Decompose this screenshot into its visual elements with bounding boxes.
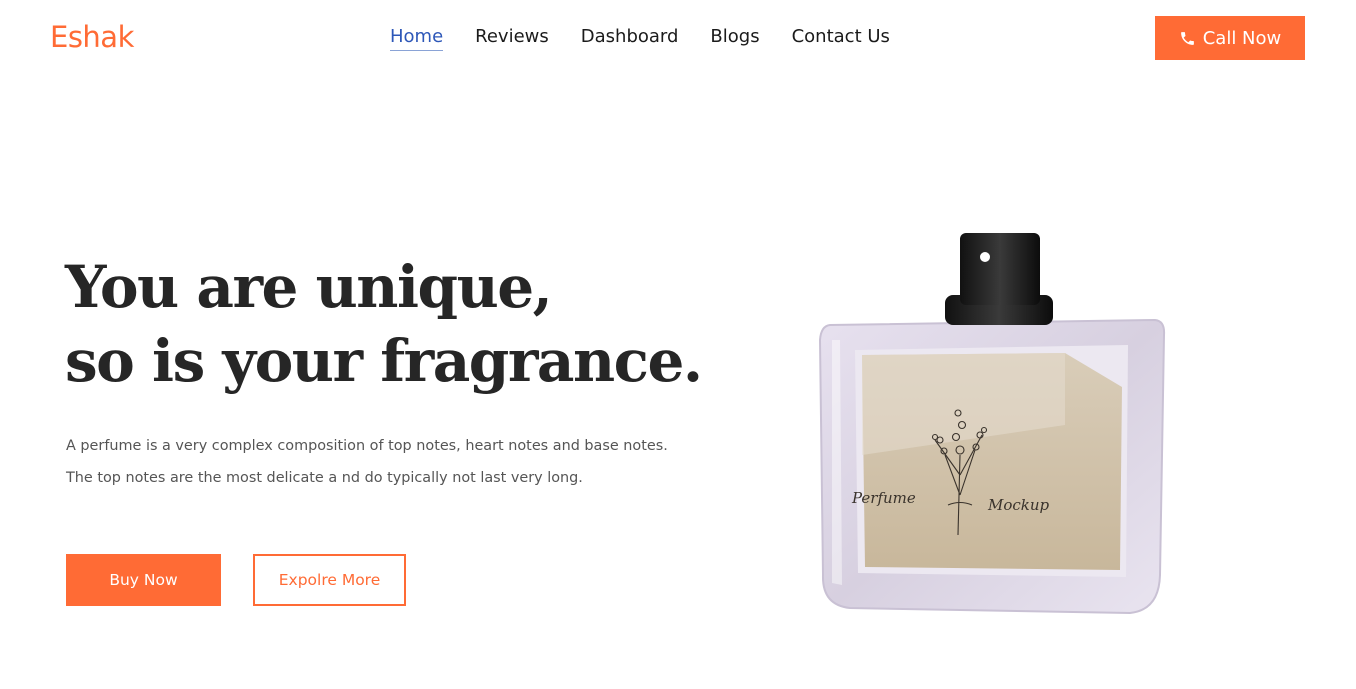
headline-line-2: so is your fragrance. <box>65 327 703 395</box>
nav-home[interactable]: Home <box>390 26 444 51</box>
description-line-1: A perfume is a very complex composition … <box>66 438 668 454</box>
phone-icon <box>1180 31 1194 45</box>
brand-logo[interactable]: Eshak <box>50 20 134 54</box>
product-label-mockup: Mockup <box>987 496 1050 514</box>
nav-reviews[interactable]: Reviews <box>475 26 549 51</box>
product-label-perfume: Perfume <box>851 489 916 507</box>
call-now-label: Call Now <box>1202 27 1282 49</box>
main-nav: Home Reviews Dashboard Blogs Contact Us <box>390 26 890 51</box>
nav-blogs[interactable]: Blogs <box>710 26 759 51</box>
headline-line-1: You are unique, <box>65 253 553 321</box>
nav-contact-us[interactable]: Contact Us <box>792 26 890 51</box>
call-now-button[interactable]: Call Now <box>1155 16 1305 60</box>
explore-more-button[interactable]: Expolre More <box>253 554 406 606</box>
nav-dashboard[interactable]: Dashboard <box>581 26 679 51</box>
buy-now-button[interactable]: Buy Now <box>66 554 221 606</box>
hero-headline: You are unique, so is your fragrance. <box>65 250 703 398</box>
hero-description: A perfume is a very complex composition … <box>66 430 668 494</box>
perfume-bottle-image: Perfume Mockup <box>818 233 1166 615</box>
description-line-2: The top notes are the most delicate a nd… <box>66 470 583 486</box>
